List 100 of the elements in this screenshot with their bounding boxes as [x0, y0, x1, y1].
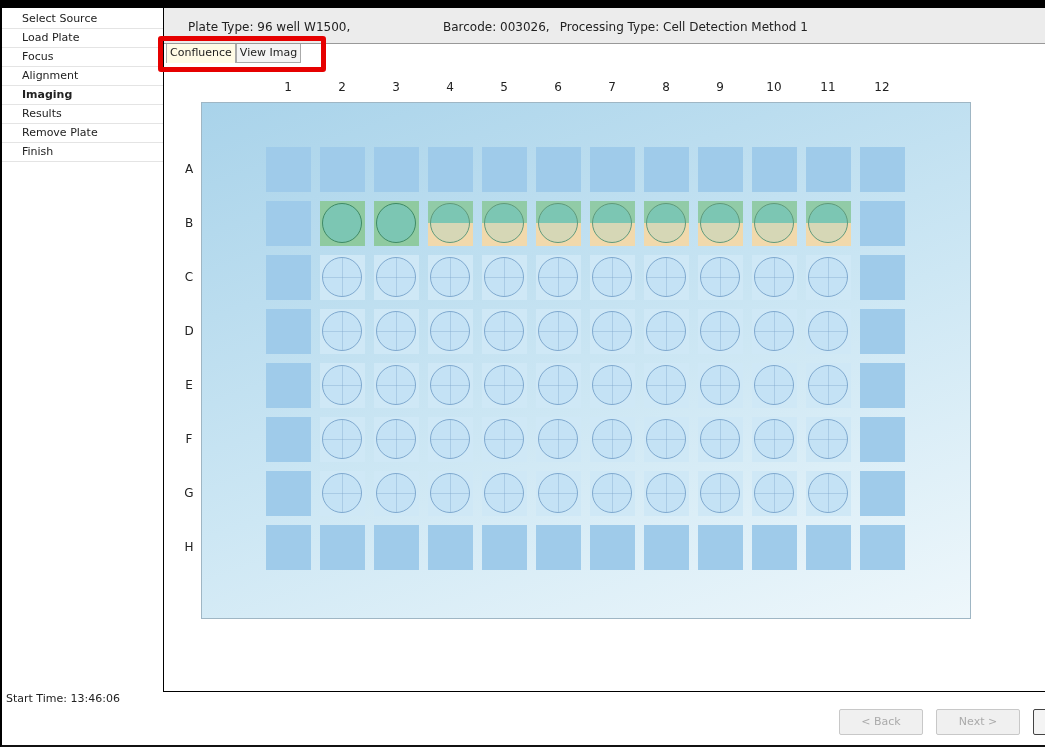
well[interactable] [265, 416, 311, 462]
well[interactable] [697, 308, 743, 354]
well[interactable] [643, 308, 689, 354]
well[interactable] [535, 308, 581, 354]
well[interactable] [481, 146, 527, 192]
well[interactable] [805, 146, 851, 192]
well[interactable] [697, 254, 743, 300]
well[interactable] [805, 362, 851, 408]
well[interactable] [265, 308, 311, 354]
well[interactable] [427, 254, 473, 300]
step-item[interactable]: Load Plate [2, 29, 163, 48]
well[interactable] [859, 362, 905, 408]
step-item[interactable]: Alignment [2, 67, 163, 86]
well[interactable] [697, 470, 743, 516]
well[interactable] [643, 254, 689, 300]
well[interactable] [805, 200, 851, 246]
step-item[interactable]: Imaging [2, 86, 163, 105]
well[interactable] [373, 254, 419, 300]
well[interactable] [589, 470, 635, 516]
well[interactable] [697, 146, 743, 192]
well[interactable] [481, 524, 527, 570]
column-label: 4 [445, 80, 455, 94]
well[interactable] [265, 362, 311, 408]
well[interactable] [319, 308, 365, 354]
well[interactable] [643, 470, 689, 516]
well[interactable] [481, 470, 527, 516]
tab[interactable]: Confluence [166, 44, 236, 63]
step-item[interactable]: Remove Plate [2, 124, 163, 143]
well[interactable] [265, 200, 311, 246]
step-item[interactable]: Results [2, 105, 163, 124]
column-label: 6 [553, 80, 563, 94]
well[interactable] [643, 416, 689, 462]
start-time: Start Time: 13:46:06 [5, 692, 121, 705]
well[interactable] [805, 524, 851, 570]
well[interactable] [751, 470, 797, 516]
well[interactable] [697, 524, 743, 570]
well[interactable] [481, 200, 527, 246]
well[interactable] [427, 362, 473, 408]
well[interactable] [697, 200, 743, 246]
well[interactable] [751, 416, 797, 462]
tab[interactable]: View Imag [235, 44, 302, 63]
well[interactable] [373, 362, 419, 408]
well[interactable] [859, 146, 905, 192]
row-label: C [183, 270, 195, 284]
well[interactable] [265, 470, 311, 516]
well[interactable] [643, 146, 689, 192]
barcode: Barcode: 003026, [443, 20, 550, 34]
well[interactable] [751, 146, 797, 192]
column-label: 12 [873, 80, 891, 94]
well[interactable] [589, 524, 635, 570]
step-item[interactable]: Select Source [2, 10, 163, 29]
well[interactable] [643, 524, 689, 570]
well[interactable] [427, 146, 473, 192]
column-label: 1 [283, 80, 293, 94]
well[interactable] [319, 524, 365, 570]
well[interactable] [265, 524, 311, 570]
well[interactable] [859, 254, 905, 300]
well[interactable] [589, 200, 635, 246]
well[interactable] [481, 254, 527, 300]
well[interactable] [751, 254, 797, 300]
well[interactable] [805, 254, 851, 300]
well[interactable] [805, 470, 851, 516]
well[interactable] [535, 146, 581, 192]
well[interactable] [373, 416, 419, 462]
well[interactable] [859, 416, 905, 462]
well[interactable] [481, 362, 527, 408]
well[interactable] [535, 362, 581, 408]
well[interactable] [373, 308, 419, 354]
well[interactable] [535, 254, 581, 300]
well[interactable] [427, 200, 473, 246]
step-item[interactable]: Finish [2, 143, 163, 162]
well[interactable] [319, 362, 365, 408]
well[interactable] [589, 308, 635, 354]
well[interactable] [427, 524, 473, 570]
step-item[interactable]: Focus [2, 48, 163, 67]
well[interactable] [589, 146, 635, 192]
well[interactable] [859, 524, 905, 570]
well[interactable] [373, 524, 419, 570]
well[interactable] [373, 200, 419, 246]
well[interactable] [319, 254, 365, 300]
well[interactable] [859, 200, 905, 246]
well[interactable] [643, 200, 689, 246]
well[interactable] [751, 200, 797, 246]
well[interactable] [751, 524, 797, 570]
well[interactable] [373, 146, 419, 192]
well[interactable] [751, 362, 797, 408]
well[interactable] [859, 470, 905, 516]
well[interactable] [535, 524, 581, 570]
well[interactable] [319, 416, 365, 462]
well[interactable] [535, 470, 581, 516]
well[interactable] [859, 308, 905, 354]
well[interactable] [535, 200, 581, 246]
well[interactable] [427, 308, 473, 354]
well[interactable] [589, 254, 635, 300]
well[interactable] [265, 254, 311, 300]
well[interactable] [697, 416, 743, 462]
well[interactable] [805, 416, 851, 462]
column-label: 3 [391, 80, 401, 94]
well[interactable] [319, 200, 365, 246]
well[interactable] [481, 308, 527, 354]
